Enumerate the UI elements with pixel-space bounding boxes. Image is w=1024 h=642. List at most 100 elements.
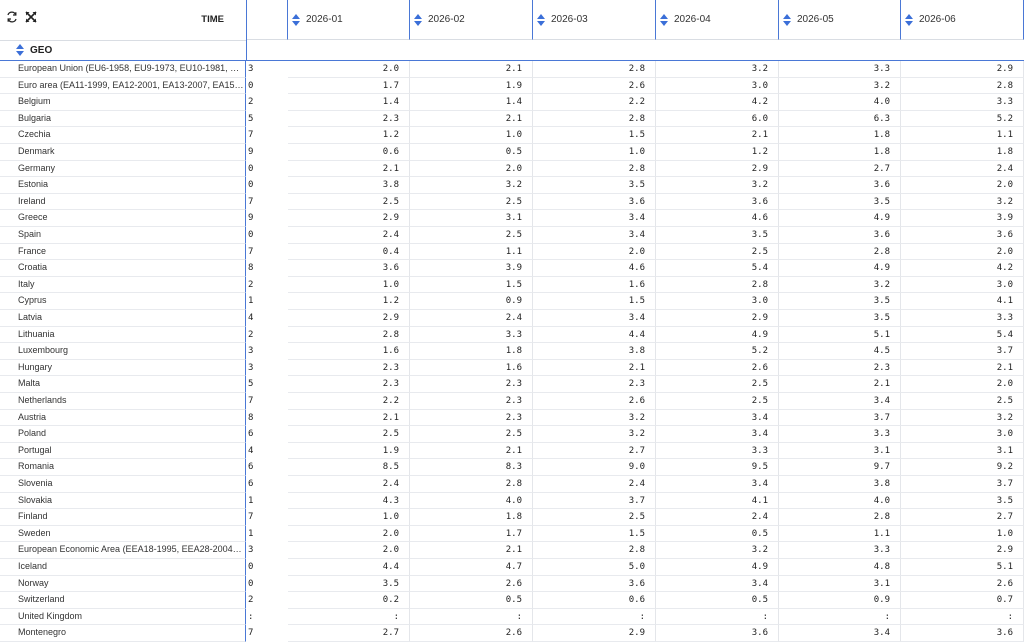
refresh-icon[interactable] [6,11,18,23]
table-row: Croatia 8 3.6 3.9 4.6 5.4 4.9 4.2 [0,260,1024,277]
sort-icon[interactable] [292,13,300,26]
truncated-cell-value: 7 [248,196,254,207]
row-label[interactable]: Sweden [18,528,244,538]
truncated-cell-value: 1 [248,296,254,307]
table-cell: 3.2 [533,409,656,427]
row-label[interactable]: Montenegro [18,627,244,637]
table-cell: 2.1 [410,61,533,78]
row-label[interactable]: France [18,246,244,256]
table-cell: 3.2 [901,409,1024,427]
sort-icon[interactable] [414,13,422,26]
table-row: Sweden 1 2.0 1.7 1.5 0.5 1.1 1.0 [0,525,1024,543]
row-label[interactable]: Slovakia [18,495,244,505]
row-label[interactable]: Norway [18,578,244,588]
table-cell: 3.1 [779,575,901,593]
table-cell: 1.8 [410,343,533,360]
column-header-2026-06[interactable]: 2026-06 [901,0,1024,40]
sort-icon[interactable] [660,13,668,26]
truncated-cell-value: 5 [248,379,254,390]
row-label[interactable]: Italy [18,279,244,289]
table-row: Poland 6 2.5 2.5 3.2 3.4 3.3 3.0 [0,426,1024,443]
column-header-2026-02[interactable]: 2026-02 [410,0,533,40]
table-cell: 2.3 [288,376,410,393]
table-cell: 2.4 [533,476,656,493]
table-cell: 2.6 [656,359,779,377]
sort-icon[interactable] [783,13,791,26]
row-label[interactable]: Iceland [18,561,244,571]
row-label[interactable]: Czechia [18,129,244,139]
expand-icon[interactable] [25,11,37,23]
table-cell: 3.3 [779,61,901,78]
row-label[interactable]: United Kingdom [18,611,244,621]
table-cell: 3.2 [656,61,779,78]
table-cell: 4.9 [656,559,779,576]
sort-icon[interactable] [16,44,24,56]
sort-icon[interactable] [905,13,913,26]
table-cell: 2.5 [410,227,533,244]
row-label[interactable]: Belgium [18,96,244,106]
row-label[interactable]: Germany [18,163,244,173]
row-label[interactable]: Poland [18,428,244,438]
table-cell: 3.2 [656,542,779,559]
table-cell: 4.2 [656,94,779,111]
column-header-2026-05[interactable]: 2026-05 [779,0,901,40]
table-cell: 2.8 [779,509,901,526]
row-label[interactable]: Finland [18,511,244,521]
row-label[interactable]: Lithuania [18,329,244,339]
table-cell: 3.1 [901,442,1024,460]
row-label[interactable]: Netherlands [18,395,244,405]
table-cell: 1.6 [288,343,410,360]
time-dimension-label: TIME [201,14,224,25]
table-cell: 8.5 [288,459,410,476]
column-header-2026-04[interactable]: 2026-04 [656,0,779,40]
table-cell: 1.8 [779,127,901,144]
table-cell: 3.3 [779,426,901,443]
column-header-2026-03[interactable]: 2026-03 [533,0,656,40]
table-cell: 3.8 [288,177,410,194]
table-cell: 5.1 [901,559,1024,576]
row-label[interactable]: Cyprus [18,295,244,305]
table-cell: 4.9 [779,210,901,227]
table-cell: 3.2 [410,177,533,194]
table-cell: 3.0 [656,293,779,310]
table-cell: 3.4 [533,210,656,227]
row-label[interactable]: Denmark [18,146,244,156]
row-label[interactable]: Estonia [18,179,244,189]
row-label[interactable]: Switzerland [18,594,244,604]
row-label[interactable]: Slovenia [18,478,244,488]
geo-dimension-label-wrap[interactable]: GEO [16,44,52,56]
row-label[interactable]: Romania [18,461,244,471]
row-label[interactable]: European Union (EU6-1958, EU9-1973, EU10… [18,63,244,73]
row-label[interactable]: Luxembourg [18,345,244,355]
table-cell: 3.6 [656,625,779,642]
row-label[interactable]: Hungary [18,362,244,372]
row-label[interactable]: Greece [18,212,244,222]
row-label[interactable]: Austria [18,412,244,422]
truncated-cell-value: 0 [248,562,254,572]
row-label[interactable]: Euro area (EA11-1999, EA12-2001, EA13-20… [18,80,244,90]
row-label[interactable]: Spain [18,229,244,239]
row-label[interactable]: Croatia [18,262,244,272]
table-cell: 2.8 [410,476,533,493]
table-cell: 2.2 [288,393,410,410]
column-header-label: 2026-05 [797,14,834,25]
row-label[interactable]: Portugal [18,445,244,455]
row-label[interactable]: Malta [18,378,244,388]
column-header-label: 2026-06 [919,14,956,25]
table-cell: 3.3 [901,94,1024,111]
table-cell: 5.2 [656,343,779,360]
column-header-2026-01[interactable]: 2026-01 [288,0,410,40]
table-cell: 3.6 [533,575,656,593]
table-cell: 2.7 [901,509,1024,526]
row-label[interactable]: Latvia [18,312,244,322]
table-cell: 3.1 [410,210,533,227]
table-cell: 2.6 [533,393,656,410]
sort-icon[interactable] [537,13,545,26]
row-label[interactable]: Bulgaria [18,113,244,123]
column-header-label: 2026-01 [306,14,343,25]
truncated-cell-value: 1 [248,528,254,539]
table-cell: 3.9 [901,210,1024,227]
table-cell: 4.7 [410,559,533,576]
row-label[interactable]: European Economic Area (EEA18-1995, EEA2… [18,544,244,554]
row-label[interactable]: Ireland [18,196,244,206]
